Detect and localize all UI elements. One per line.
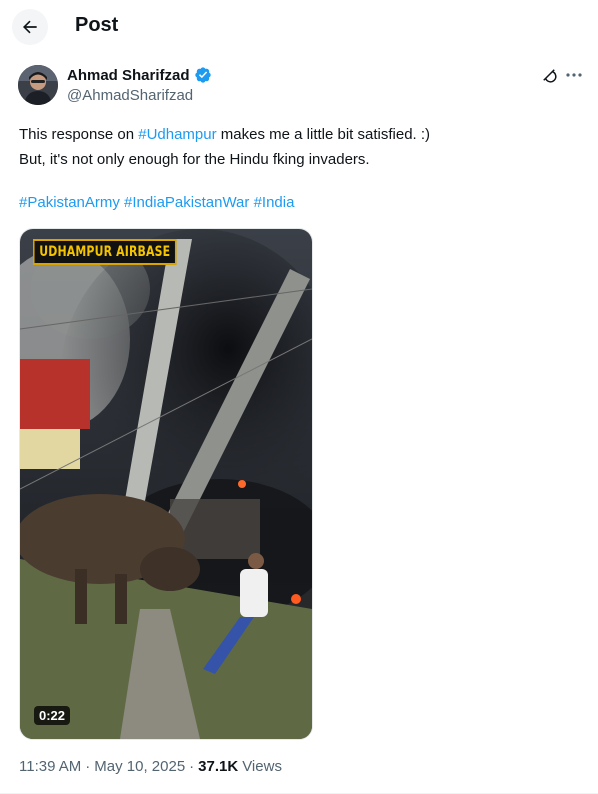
page-title: Post: [75, 14, 119, 36]
avatar[interactable]: [18, 65, 58, 105]
hashtag-link[interactable]: #IndiaPakistanWar: [124, 194, 249, 211]
meta-separator: ·: [85, 758, 91, 775]
author-name[interactable]: Ahmad Sharifzad: [67, 67, 190, 84]
meta-separator: ·: [189, 758, 195, 775]
hashtag-link[interactable]: #PakistanArmy: [19, 194, 120, 211]
hashtag-link[interactable]: #Udhampur: [138, 126, 216, 143]
video-overlay-label: UDHAMPUR AIRBASE: [33, 239, 177, 265]
post-meta: 11:39 AM · May 10, 2025 · 37.1K Views: [19, 758, 282, 775]
video-player[interactable]: UDHAMPUR AIRBASE 0:22: [19, 228, 313, 740]
views-label: Views: [242, 758, 282, 775]
author-name-line[interactable]: Ahmad Sharifzad: [67, 66, 212, 84]
video-frame: [20, 229, 312, 739]
author-handle[interactable]: @AhmadSharifzad: [67, 87, 193, 104]
tweet-line-2: But, it's not only enough for the Hindu …: [19, 151, 370, 168]
arrow-left-icon: [23, 20, 37, 34]
tweet-line-1: This response on #Udhampur makes me a li…: [19, 126, 431, 143]
hashtag-list: #PakistanArmy #IndiaPakistanWar #India: [19, 192, 294, 214]
post-date[interactable]: May 10, 2025: [94, 758, 185, 775]
post-time[interactable]: 11:39 AM: [19, 758, 81, 775]
more-options-icon[interactable]: [566, 72, 582, 78]
tweet-text: This response on #Udhampur makes me a li…: [19, 122, 579, 172]
video-duration-badge: 0:22: [34, 706, 71, 725]
back-button[interactable]: [12, 9, 48, 45]
grok-icon[interactable]: [540, 66, 558, 84]
hashtag-link[interactable]: #India: [254, 194, 295, 211]
post-header: Post: [0, 0, 598, 54]
verified-badge-icon: [194, 67, 211, 83]
views-count: 37.1K: [198, 758, 239, 775]
